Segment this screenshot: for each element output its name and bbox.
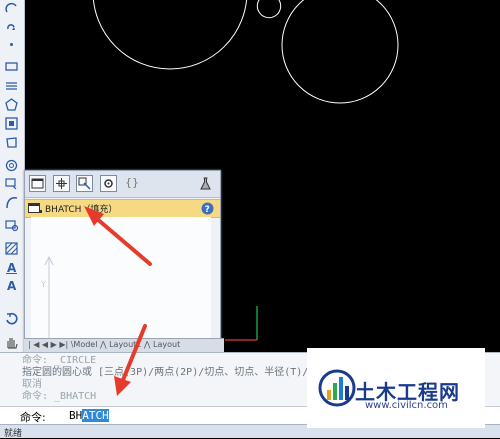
multiline-icon[interactable]	[3, 78, 20, 95]
insert-block-icon[interactable]	[3, 175, 20, 192]
rectangle-icon[interactable]	[3, 58, 20, 75]
watermark-url: www.civilcn.com	[365, 400, 448, 411]
layout-tabs[interactable]: | ◀ ◀ ▶ ▶| \Model ⋀ Layout1 ⋀ Layout	[24, 338, 224, 353]
command-prompt: 命令:	[20, 411, 46, 424]
svg-text:Y: Y	[40, 280, 46, 289]
spline-icon[interactable]	[3, 194, 20, 211]
svg-text:A: A	[7, 261, 17, 275]
drawn-arc[interactable]	[256, 0, 282, 19]
status-text: 就绪	[4, 429, 23, 439]
hatch-item-label: BHATCH（填充）	[45, 205, 118, 215]
palette-toolbar: {}	[25, 171, 220, 198]
wipeout-icon[interactable]	[3, 134, 20, 151]
typed-autocomplete: ATCH	[82, 409, 109, 422]
hatch-item-row[interactable]: BHATCH（填充） ?	[25, 199, 220, 218]
layout-tabs-label: | ◀ ◀ ▶ ▶| \Model ⋀ Layout1 ⋀ Layout	[28, 340, 181, 349]
palette-braces-icon[interactable]: {}	[125, 176, 139, 189]
polygon-icon[interactable]	[3, 96, 20, 113]
make-block-icon[interactable]	[3, 216, 20, 233]
palette-flask-icon[interactable]	[197, 175, 214, 192]
palette-gear-icon[interactable]	[100, 175, 117, 192]
region-icon[interactable]	[3, 115, 20, 132]
svg-text:?: ?	[205, 205, 210, 215]
ucs-icon	[225, 306, 258, 341]
palette-settings-icon[interactable]	[76, 175, 93, 192]
pan-hand-icon[interactable]	[3, 334, 20, 351]
rotate-view-icon[interactable]	[3, 310, 20, 327]
drawn-circle-1[interactable]	[92, 0, 248, 70]
donut-icon[interactable]	[3, 157, 20, 174]
typed-prefix: BH	[69, 409, 83, 422]
command-input[interactable]: BHATCH	[69, 409, 109, 422]
revcloud-icon[interactable]	[3, 18, 20, 35]
svg-text:A: A	[7, 279, 17, 293]
help-icon[interactable]: ?	[201, 202, 214, 215]
mtext-icon[interactable]: A	[3, 259, 20, 276]
palette-move-icon[interactable]	[53, 175, 70, 192]
arc-icon[interactable]	[3, 0, 20, 17]
hatch-window-icon	[28, 203, 42, 213]
palette-view-icon[interactable]	[29, 175, 46, 192]
point-icon[interactable]	[3, 36, 20, 53]
watermark: 土木工程网 www.civilcn.com	[307, 348, 485, 428]
drawn-circle-2[interactable]	[281, 0, 399, 104]
watermark-logo	[318, 369, 356, 407]
hatch-icon[interactable]	[3, 240, 20, 257]
text-icon[interactable]: A	[3, 277, 20, 294]
